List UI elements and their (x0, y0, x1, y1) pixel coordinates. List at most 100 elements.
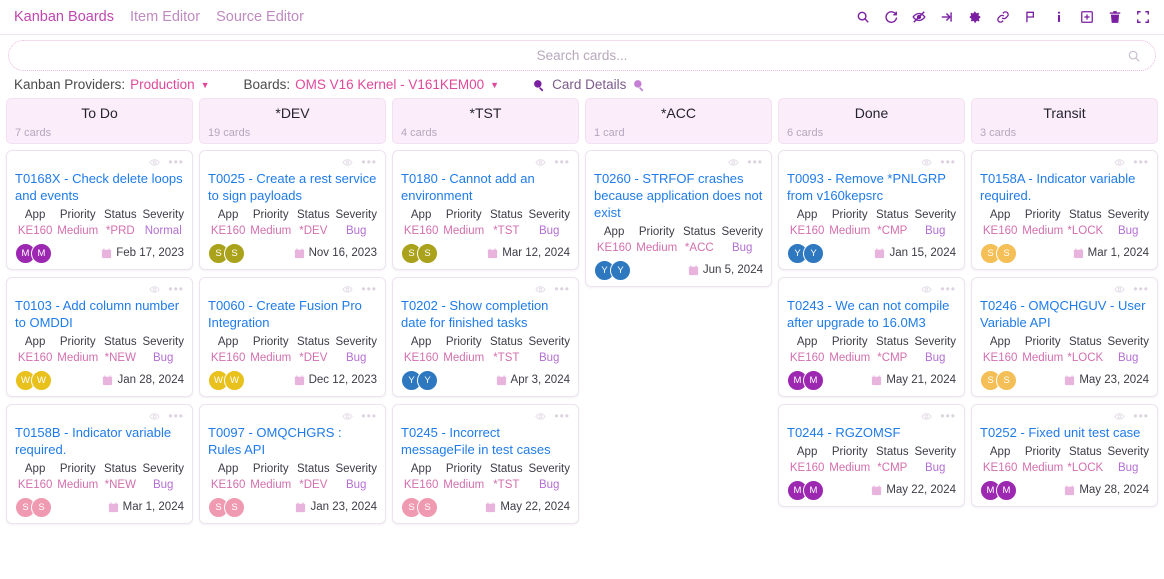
card-title[interactable]: T0097 - OMQCHGRS : Rules API (208, 424, 377, 458)
avatar[interactable]: W (224, 369, 245, 391)
card-menu-icon[interactable]: ••• (1133, 283, 1149, 295)
chevron-down-icon[interactable]: ▼ (490, 80, 499, 90)
eye-icon[interactable] (921, 411, 933, 422)
eye-icon[interactable] (1114, 284, 1126, 295)
eye-icon[interactable] (149, 411, 161, 422)
avatar[interactable]: M (803, 479, 824, 501)
avatar[interactable]: M (996, 479, 1017, 501)
card-menu-icon[interactable]: ••• (361, 156, 377, 168)
avatar[interactable]: S (224, 242, 245, 264)
kanban-card[interactable]: ••• T0103 - Add column number to OMDDI App… (6, 277, 193, 397)
eye-icon[interactable] (342, 284, 354, 295)
avatar[interactable]: S (996, 369, 1017, 391)
kanban-card[interactable]: ••• T0158A - Indicator variable required.… (971, 150, 1158, 270)
fullscreen-icon[interactable] (1135, 10, 1150, 25)
sign-in-icon[interactable] (939, 10, 954, 25)
kanban-card[interactable]: ••• T0244 - RGZOMSF App Priority Status Sever… (778, 404, 965, 507)
card-menu-icon[interactable]: ••• (554, 410, 570, 422)
kanban-card[interactable]: ••• T0180 - Cannot add an environment App P… (392, 150, 579, 270)
column-header[interactable]: *ACC 1 card (585, 98, 772, 144)
eye-icon[interactable] (342, 157, 354, 168)
column-header[interactable]: Done 6 cards (778, 98, 965, 144)
card-title[interactable]: T0180 - Cannot add an environment (401, 170, 570, 204)
eye-icon[interactable] (921, 284, 933, 295)
card-title[interactable]: T0093 - Remove *PNLGRP from v160kepsrc (787, 170, 956, 204)
eye-icon[interactable] (1114, 411, 1126, 422)
flag-icon[interactable] (1023, 10, 1038, 25)
search-input[interactable]: Search cards... (8, 40, 1156, 71)
card-title[interactable]: T0252 - Fixed unit test case (980, 424, 1149, 441)
search-icon[interactable] (1127, 49, 1141, 63)
card-title[interactable]: T0060 - Create Fusion Pro Integration (208, 297, 377, 331)
zoom-in-icon[interactable] (632, 78, 646, 92)
column-header[interactable]: *DEV 19 cards (199, 98, 386, 144)
card-title[interactable]: T0158A - Indicator variable required. (980, 170, 1149, 204)
card-title[interactable]: T0245 - Incorrect messageFile in test ca… (401, 424, 570, 458)
kanban-card[interactable]: ••• T0245 - Incorrect messageFile in test… (392, 404, 579, 524)
eye-icon[interactable] (1114, 157, 1126, 168)
card-menu-icon[interactable]: ••• (747, 156, 763, 168)
info-icon[interactable] (1051, 10, 1066, 25)
eye-icon[interactable] (342, 411, 354, 422)
provider-select-value[interactable]: Production (130, 77, 195, 92)
avatar[interactable]: M (803, 369, 824, 391)
eye-icon[interactable] (728, 157, 740, 168)
kanban-card[interactable]: ••• T0158B - Indicator variable required.… (6, 404, 193, 524)
card-menu-icon[interactable]: ••• (1133, 410, 1149, 422)
zoom-out-icon[interactable] (532, 78, 546, 92)
kanban-card[interactable]: ••• T0025 - Create a rest service to sign… (199, 150, 386, 270)
eye-icon[interactable] (535, 157, 547, 168)
plus-box-icon[interactable] (1079, 10, 1094, 25)
kanban-card[interactable]: ••• T0246 - OMQCHGUV - User Variable API A… (971, 277, 1158, 397)
avatar[interactable]: W (31, 369, 52, 391)
nav-link-source-editor[interactable]: Source Editor (216, 9, 304, 25)
kanban-card[interactable]: ••• T0252 - Fixed unit test case App Priori… (971, 404, 1158, 507)
trash-icon[interactable] (1107, 10, 1122, 25)
card-title[interactable]: T0168X - Check delete loops and events (15, 170, 184, 204)
card-title[interactable]: T0246 - OMQCHGUV - User Variable API (980, 297, 1149, 331)
kanban-card[interactable]: ••• T0060 - Create Fusion Pro Integration… (199, 277, 386, 397)
kanban-card[interactable]: ••• T0202 - Show completion date for fini… (392, 277, 579, 397)
eye-icon[interactable] (149, 157, 161, 168)
avatar[interactable]: Y (610, 259, 631, 281)
card-menu-icon[interactable]: ••• (554, 283, 570, 295)
card-menu-icon[interactable]: ••• (168, 283, 184, 295)
card-title[interactable]: T0243 - We can not compile after upgrade… (787, 297, 956, 331)
board-select-value[interactable]: OMS V16 Kernel - V161KEM00 (295, 77, 484, 92)
column-header[interactable]: Transit 3 cards (971, 98, 1158, 144)
eye-icon[interactable] (921, 157, 933, 168)
card-menu-icon[interactable]: ••• (361, 283, 377, 295)
card-title[interactable]: T0025 - Create a rest service to sign pa… (208, 170, 377, 204)
link-icon[interactable] (995, 10, 1010, 25)
eye-icon[interactable] (535, 411, 547, 422)
card-menu-icon[interactable]: ••• (168, 156, 184, 168)
column-header[interactable]: *TST 4 cards (392, 98, 579, 144)
card-title[interactable]: T0260 - STRFOF crashes because applicati… (594, 170, 763, 221)
eye-icon[interactable] (149, 284, 161, 295)
card-menu-icon[interactable]: ••• (940, 156, 956, 168)
avatar[interactable]: S (31, 496, 52, 518)
avatar[interactable]: M (31, 242, 52, 264)
kanban-card[interactable]: ••• T0260 - STRFOF crashes because applic… (585, 150, 772, 287)
card-title[interactable]: T0103 - Add column number to OMDDI (15, 297, 184, 331)
avatar[interactable]: S (417, 242, 438, 264)
gear-icon[interactable] (967, 10, 982, 25)
column-header[interactable]: To Do 7 cards (6, 98, 193, 144)
card-menu-icon[interactable]: ••• (940, 283, 956, 295)
card-title[interactable]: T0244 - RGZOMSF (787, 424, 956, 441)
card-menu-icon[interactable]: ••• (168, 410, 184, 422)
avatar[interactable]: Y (803, 242, 824, 264)
kanban-card[interactable]: ••• T0093 - Remove *PNLGRP from v160kepsr… (778, 150, 965, 270)
card-details-control[interactable]: Card Details (532, 77, 646, 92)
nav-link-kanban-boards[interactable]: Kanban Boards (14, 9, 114, 25)
kanban-card[interactable]: ••• T0243 - We can not compile after upgr… (778, 277, 965, 397)
eye-icon[interactable] (535, 284, 547, 295)
kanban-card[interactable]: ••• T0097 - OMQCHGRS : Rules API App Priori… (199, 404, 386, 524)
card-menu-icon[interactable]: ••• (361, 410, 377, 422)
avatar[interactable]: S (417, 496, 438, 518)
card-menu-icon[interactable]: ••• (940, 410, 956, 422)
chevron-down-icon[interactable]: ▼ (201, 80, 210, 90)
avatar[interactable]: Y (417, 369, 438, 391)
nav-link-item-editor[interactable]: Item Editor (130, 9, 200, 25)
search-icon[interactable] (855, 10, 870, 25)
